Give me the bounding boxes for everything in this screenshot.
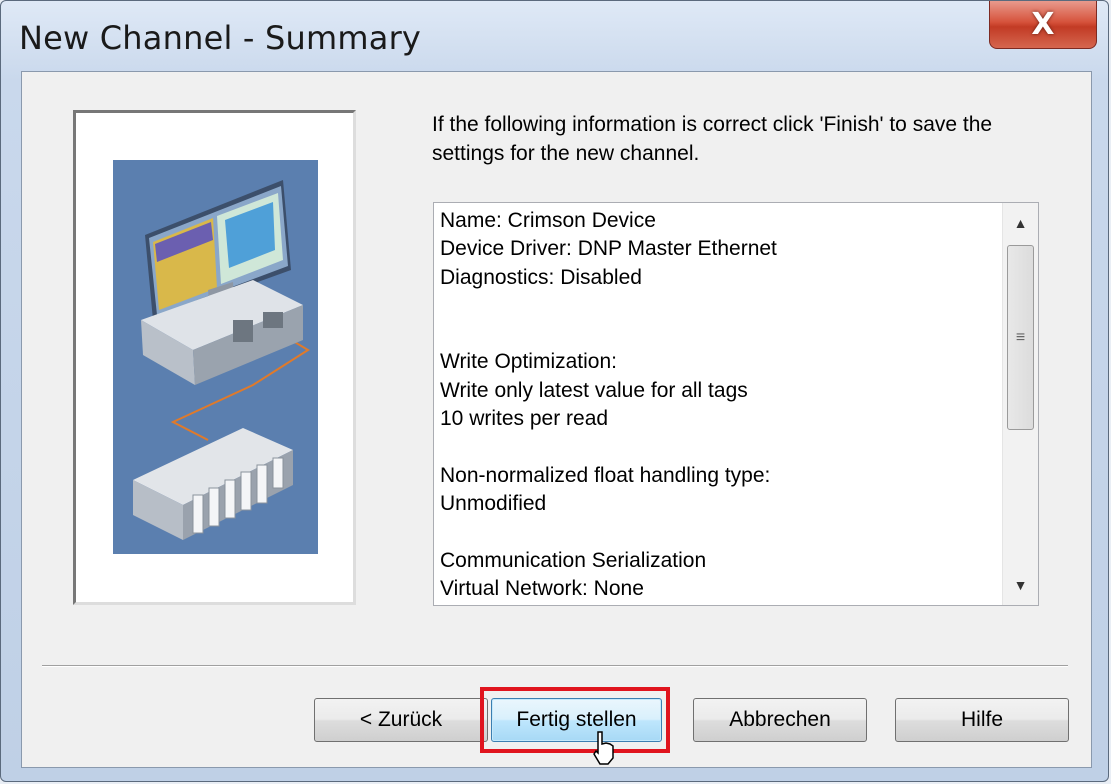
close-icon: X: [1031, 7, 1055, 42]
back-button[interactable]: < Zurück: [314, 698, 488, 742]
summary-line: Device Driver: DNP Master Ethernet: [440, 237, 777, 261]
window-title: New Channel - Summary: [19, 19, 422, 57]
scroll-up-icon[interactable]: ▲: [1003, 205, 1038, 241]
summary-line: Unmodified: [440, 491, 547, 515]
summary-line: Virtual Network: None: [440, 576, 644, 600]
summary-content: Name: Crimson Device Device Driver: DNP …: [440, 207, 996, 603]
help-button[interactable]: Hilfe: [895, 698, 1069, 742]
scroll-down-icon[interactable]: ▼: [1003, 567, 1038, 603]
dialog-window: New Channel - Summary X If the following…: [0, 0, 1109, 782]
summary-line: Non-normalized float handling type:: [440, 463, 771, 487]
intro-text: If the following information is correct …: [432, 113, 993, 165]
summary-line: [440, 518, 996, 546]
summary-textbox[interactable]: Name: Crimson Device Device Driver: DNP …: [433, 202, 1039, 606]
computer-network-icon: [133, 180, 310, 540]
summary-line: [440, 433, 996, 461]
separator-line: [42, 665, 1068, 667]
summary-line: [440, 320, 996, 348]
summary-line: Communication Serialization: [440, 548, 707, 572]
dialog-client-area: If the following information is correct …: [21, 71, 1092, 768]
wizard-image-frame: [73, 110, 356, 605]
summary-line: Write only latest value for all tags: [440, 378, 748, 402]
vertical-scrollbar[interactable]: ▲ ≡ ▼: [1002, 203, 1038, 605]
cancel-button[interactable]: Abbrechen: [693, 698, 867, 742]
summary-line: Diagnostics: Disabled: [440, 265, 642, 289]
close-button[interactable]: X: [989, 1, 1097, 49]
scrollbar-thumb[interactable]: ≡: [1007, 245, 1034, 430]
summary-line: [440, 292, 996, 320]
summary-line: Write Optimization:: [440, 350, 617, 374]
finish-highlight-box: [480, 687, 670, 753]
computer-plc-illustration: [113, 160, 318, 554]
hand-cursor-icon: [593, 731, 614, 765]
summary-line: Name: Crimson Device: [440, 209, 656, 232]
summary-line: 10 writes per read: [440, 407, 609, 431]
